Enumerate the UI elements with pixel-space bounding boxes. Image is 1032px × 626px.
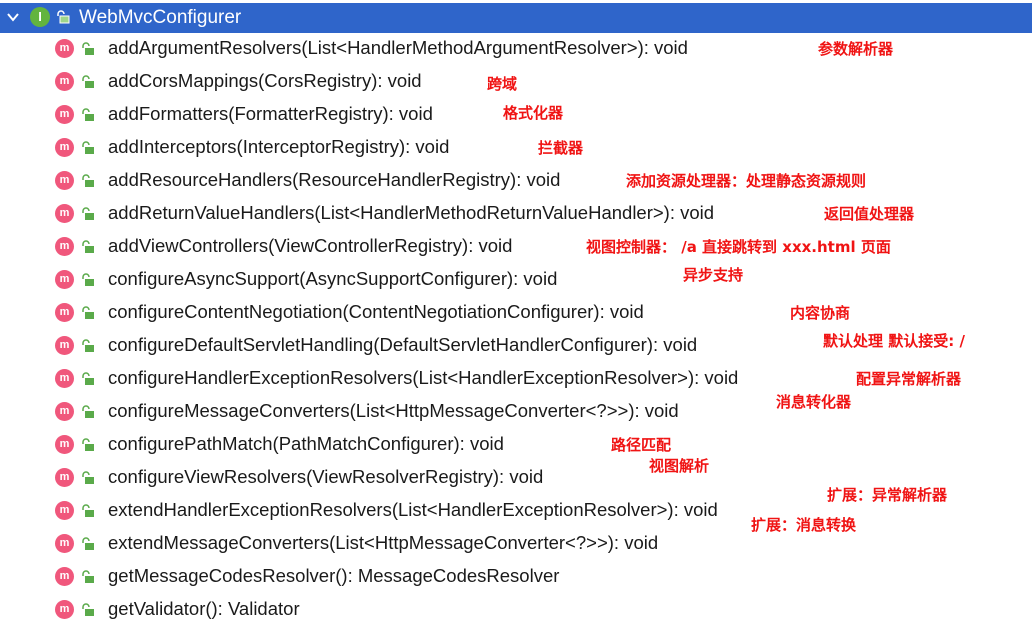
public-access-icon <box>82 471 94 484</box>
method-signature: configurePathMatch(PathMatchConfigurer):… <box>108 433 504 454</box>
public-access-icon <box>82 603 94 616</box>
method-signature: getValidator(): Validator <box>108 598 300 619</box>
method-signature: addResourceHandlers(ResourceHandlerRegis… <box>108 169 561 190</box>
method-row[interactable]: m addResourceHandlers(ResourceHandlerRegi… <box>0 165 1032 197</box>
public-access-icon <box>82 273 94 286</box>
public-access-icon <box>82 372 94 385</box>
public-access-icon <box>82 537 94 550</box>
annotation-note: 消息转化器 <box>776 393 852 411</box>
method-row[interactable]: m extendMessageConverters(List<HttpMessag… <box>0 516 1032 560</box>
public-access-icon <box>82 339 94 352</box>
method-icon: m <box>55 171 74 190</box>
annotation-note: 内容协商 <box>790 304 851 322</box>
interface-node[interactable]: I WebMvcConfigurer <box>0 3 1032 33</box>
method-icon: m <box>55 138 74 157</box>
method-row[interactable]: m addReturnValueHandlers(List<HandlerMeth… <box>0 198 1032 230</box>
method-icon: m <box>55 39 74 58</box>
method-icon: m <box>55 270 74 289</box>
public-access-icon <box>82 306 94 319</box>
method-row[interactable]: m getMessageCodesResolver(): MessageCodes… <box>0 561 1032 593</box>
method-signature: addFormatters(FormatterRegistry): void <box>108 103 433 124</box>
method-row[interactable]: m getValidator(): Validator <box>0 594 1032 626</box>
method-signature: configureDefaultServletHandling(DefaultS… <box>108 334 698 355</box>
method-icon: m <box>55 204 74 223</box>
annotation-note: 视图解析 <box>649 457 710 475</box>
annotation-note: 视图控制器： /a 直接跳转到 xxx.html 页面 <box>586 238 891 256</box>
method-signature: addReturnValueHandlers(List<HandlerMetho… <box>108 202 715 223</box>
method-signature: extendMessageConverters(List<HttpMessage… <box>108 532 659 553</box>
method-icon: m <box>55 237 74 256</box>
method-row[interactable]: m configureAsyncSupport(AsyncSupportConfi… <box>0 264 1032 296</box>
annotation-note: 扩展：消息转换 <box>751 516 857 534</box>
annotation-note: 跨域 <box>487 75 518 93</box>
method-icon: m <box>55 72 74 91</box>
method-icon: m <box>55 105 74 124</box>
method-row[interactable]: m addInterceptors(InterceptorRegistry): v… <box>0 132 1032 164</box>
method-icon: m <box>55 435 74 454</box>
method-icon: m <box>55 501 74 520</box>
annotation-note: 扩展：异常解析器 <box>827 486 948 504</box>
public-access-icon <box>82 42 94 55</box>
structure-tree: I WebMvcConfigurer m addArgumentResolvers… <box>0 0 1032 619</box>
method-signature: configureContentNegotiation(ContentNegot… <box>108 301 644 322</box>
method-signature: getMessageCodesResolver(): MessageCodesR… <box>108 565 560 586</box>
method-signature: addViewControllers(ViewControllerRegistr… <box>108 235 513 256</box>
annotation-note: 配置异常解析器 <box>856 370 962 388</box>
annotation-note: 参数解析器 <box>818 40 894 58</box>
public-access-icon <box>57 10 70 24</box>
method-signature: extendHandlerExceptionResolvers(List<Han… <box>108 499 718 520</box>
method-row[interactable]: m configureDefaultServletHandling(Default… <box>0 330 1032 362</box>
method-signature: addInterceptors(InterceptorRegistry): vo… <box>108 136 450 157</box>
method-row[interactable]: m addCorsMappings(CorsRegistry): void 跨域 <box>0 66 1032 98</box>
method-icon: m <box>55 402 74 421</box>
method-row[interactable]: m extendHandlerExceptionResolvers(List<Ha… <box>0 486 1032 527</box>
method-signature: configureHandlerExceptionResolvers(List<… <box>108 367 739 388</box>
public-access-icon <box>82 240 94 253</box>
method-icon: m <box>55 567 74 586</box>
public-access-icon <box>82 207 94 220</box>
method-icon: m <box>55 600 74 619</box>
interface-name: WebMvcConfigurer <box>79 7 242 28</box>
method-row[interactable]: m addViewControllers(ViewControllerRegist… <box>0 231 1032 263</box>
annotation-note: 路径匹配 <box>611 436 672 454</box>
public-access-icon <box>82 75 94 88</box>
method-icon: m <box>55 336 74 355</box>
annotation-note: 格式化器 <box>503 104 564 122</box>
annotation-note: 返回值处理器 <box>824 205 915 223</box>
annotation-note: 添加资源处理器：处理静态资源规则 <box>626 172 867 190</box>
method-row[interactable]: m configureMessageConverters(List<HttpMes… <box>0 393 1032 428</box>
annotation-note: 异步支持 <box>683 266 744 284</box>
annotation-note: 默认处理 默认接受: / <box>823 332 965 350</box>
public-access-icon <box>82 108 94 121</box>
method-signature: configureViewResolvers(ViewResolverRegis… <box>108 466 544 487</box>
method-icon: m <box>55 303 74 322</box>
public-access-icon <box>82 504 94 517</box>
public-access-icon <box>82 141 94 154</box>
annotation-note: 拦截器 <box>538 139 584 157</box>
method-icon: m <box>55 534 74 553</box>
method-signature: addCorsMappings(CorsRegistry): void <box>108 70 422 91</box>
method-row[interactable]: m configureContentNegotiation(ContentNego… <box>0 297 1032 329</box>
method-row[interactable]: m addArgumentResolvers(List<HandlerMethod… <box>0 33 1032 65</box>
method-icon: m <box>55 369 74 388</box>
method-signature: configureAsyncSupport(AsyncSupportConfig… <box>108 268 558 289</box>
public-access-icon <box>82 174 94 187</box>
interface-icon: I <box>30 7 50 27</box>
chevron-down-icon[interactable] <box>6 10 20 24</box>
method-row[interactable]: m configurePathMatch(PathMatchConfigurer)… <box>0 429 1032 461</box>
method-row[interactable]: m addFormatters(FormatterRegistry): void 格… <box>0 99 1032 131</box>
method-signature: addArgumentResolvers(List<HandlerMethodA… <box>108 37 688 58</box>
public-access-icon <box>82 405 94 418</box>
public-access-icon <box>82 438 94 451</box>
method-signature: configureMessageConverters(List<HttpMess… <box>108 400 679 421</box>
method-icon: m <box>55 468 74 487</box>
method-row[interactable]: m configureHandlerExceptionResolvers(List… <box>0 363 1032 395</box>
public-access-icon <box>82 570 94 583</box>
